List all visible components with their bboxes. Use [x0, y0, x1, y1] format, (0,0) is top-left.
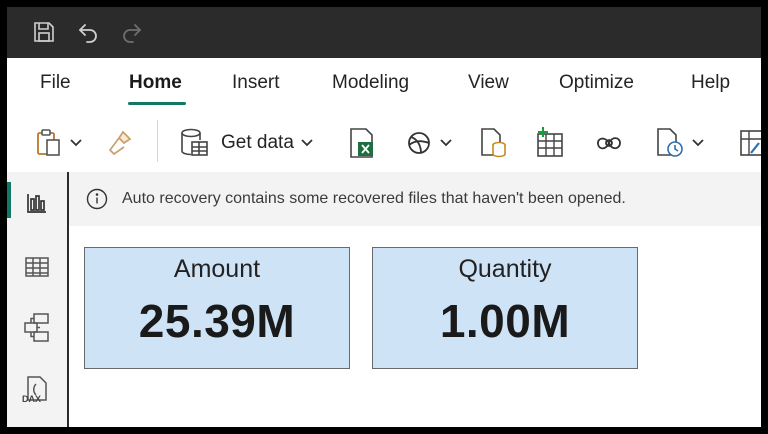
dataverse-button[interactable] — [594, 126, 624, 160]
ribbon-tabs: File Home Insert Modeling View Optimize … — [7, 58, 761, 108]
undo-button[interactable] — [75, 19, 101, 45]
tab-insert[interactable]: Insert — [232, 72, 280, 94]
clipboard-icon — [37, 129, 60, 156]
enter-data-button[interactable] — [535, 126, 565, 160]
model-diagram-icon — [24, 313, 49, 342]
tab-modeling[interactable]: Modeling — [332, 72, 409, 94]
card-label: Quantity — [458, 255, 552, 283]
active-tab-indicator — [128, 102, 186, 105]
document-database-icon — [481, 128, 506, 158]
bar-chart-icon — [27, 194, 46, 213]
card-value: 1.00M — [439, 295, 571, 347]
recent-sources-icon — [657, 128, 683, 157]
auto-recovery-banner: Auto recovery contains some recovered fi… — [69, 172, 761, 226]
transform-data-button[interactable] — [739, 126, 761, 160]
chevron-down-icon — [692, 139, 704, 147]
tab-optimize[interactable]: Optimize — [559, 72, 634, 94]
format-painter-button[interactable] — [106, 126, 134, 160]
ribbon-toolbar: Get data — [7, 108, 761, 172]
get-data-button[interactable]: Get data — [179, 126, 314, 160]
title-bar — [7, 7, 761, 58]
sql-server-button[interactable] — [479, 126, 509, 160]
transform-data-icon — [740, 130, 761, 156]
card-label: Amount — [173, 255, 261, 283]
dax-query-view-button[interactable]: DAX — [7, 366, 67, 412]
excel-workbook-button[interactable] — [348, 126, 376, 160]
recent-sources-button[interactable] — [655, 126, 705, 160]
paste-button[interactable] — [35, 126, 83, 160]
tab-help[interactable]: Help — [691, 72, 730, 94]
card-value: 25.39M — [138, 295, 296, 347]
tab-home[interactable]: Home — [129, 72, 182, 94]
save-button[interactable] — [31, 19, 57, 45]
redo-button[interactable] — [119, 19, 145, 45]
auto-recovery-message: Auto recovery contains some recovered fi… — [122, 190, 626, 207]
quantity-card[interactable]: Quantity 1.00M — [372, 247, 638, 369]
table-icon — [25, 257, 49, 277]
info-icon — [86, 188, 108, 210]
toolbar-separator — [157, 120, 158, 162]
chevron-down-icon — [70, 139, 82, 147]
view-switcher-sidebar: DAX — [7, 172, 69, 427]
redo-icon — [123, 24, 141, 43]
undo-icon — [79, 24, 97, 43]
onelake-data-hub-button[interactable] — [405, 126, 453, 160]
model-view-button[interactable] — [7, 304, 67, 350]
table-view-button[interactable] — [7, 244, 67, 290]
dax-label: DAX — [22, 394, 42, 404]
get-data-label: Get data — [221, 132, 294, 153]
data-hub-icon — [408, 132, 430, 154]
app-window: File Home Insert Modeling View Optimize … — [7, 7, 761, 427]
chevron-down-icon — [440, 139, 452, 147]
database-table-icon — [181, 128, 208, 156]
tab-view[interactable]: View — [468, 72, 509, 94]
dataverse-icon — [597, 137, 621, 150]
chevron-down-icon — [301, 139, 313, 147]
save-icon — [34, 22, 54, 42]
table-add-icon — [537, 127, 563, 157]
amount-card[interactable]: Amount 25.39M — [84, 247, 350, 369]
report-view-button[interactable] — [7, 180, 67, 226]
report-canvas: Amount 25.39M Quantity 1.00M — [69, 226, 761, 427]
tab-file[interactable]: File — [40, 72, 71, 94]
format-painter-icon — [108, 130, 132, 156]
excel-icon — [350, 128, 373, 158]
